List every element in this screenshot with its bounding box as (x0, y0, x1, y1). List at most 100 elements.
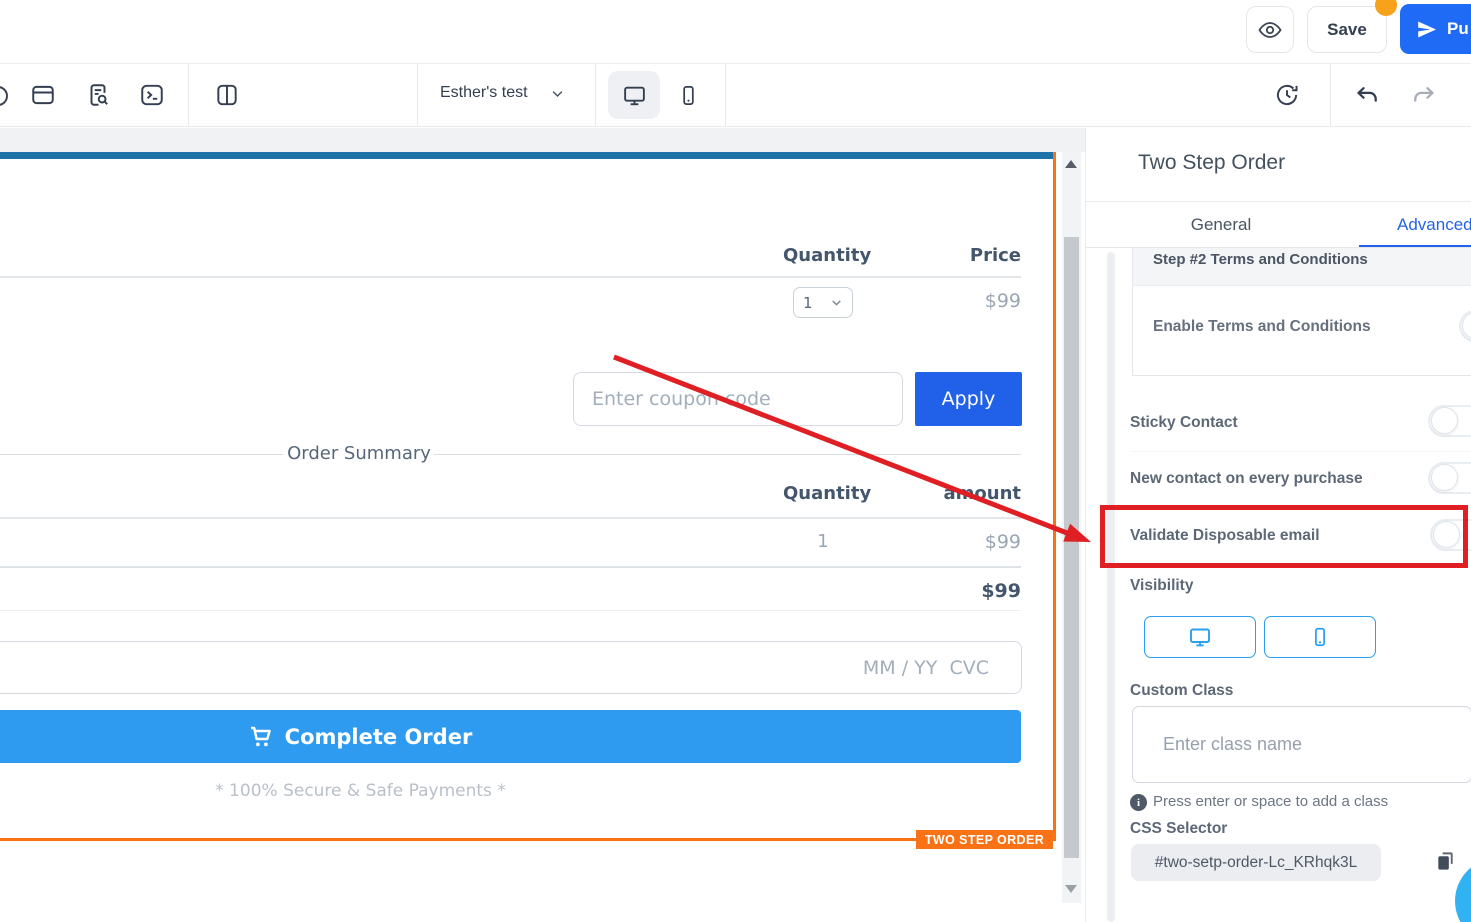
terms-section-box: Step #2 Terms and Conditions Enable Term… (1132, 248, 1471, 376)
page-selector-dropdown[interactable]: Esther's test (440, 84, 565, 102)
partial-tool-icon[interactable] (0, 86, 8, 106)
undo-button[interactable] (1354, 82, 1381, 109)
visibility-mobile-button[interactable] (1264, 616, 1376, 658)
sticky-contact-toggle[interactable] (1428, 405, 1471, 437)
send-icon (1418, 20, 1436, 38)
css-selector-label: CSS Selector (1130, 820, 1228, 837)
editor-toolbar: Esther's test (0, 63, 1471, 127)
desktop-view-button[interactable] (608, 71, 660, 119)
tab-general[interactable]: General (1151, 215, 1291, 235)
publish-label: Pu (1447, 19, 1469, 38)
summary-row-divider (0, 566, 1021, 568)
terms-section-header: Step #2 Terms and Conditions (1153, 251, 1368, 268)
scroll-up-arrow[interactable] (1065, 160, 1077, 168)
new-contact-label: New contact on every purchase (1130, 470, 1363, 487)
summary-divider-right (434, 454, 1021, 455)
page-selector-label: Esther's test (440, 84, 528, 101)
version-history-button[interactable] (1274, 82, 1300, 108)
custom-class-field-wrap (1132, 706, 1471, 783)
desktop-icon (1190, 628, 1210, 647)
coupon-code-input[interactable] (573, 372, 903, 426)
toolbar-divider (725, 64, 726, 126)
terminal-icon (141, 84, 163, 106)
info-icon: i (1130, 794, 1147, 811)
cart-icon (250, 726, 271, 746)
toggle-knob (1431, 407, 1458, 434)
mobile-view-button[interactable] (670, 77, 706, 113)
order-summary-title: Order Summary (287, 443, 431, 464)
page-builder-app: Save Pu Esther's test Quantity Price 1 $… (0, 0, 1471, 922)
eye-icon (1258, 21, 1282, 38)
summary-header-divider (0, 517, 1021, 519)
enable-terms-toggle[interactable] (1459, 310, 1471, 342)
selection-border-right (1053, 152, 1056, 841)
panel-title: Two Step Order (1138, 151, 1286, 174)
toolbar-divider (595, 64, 596, 126)
validate-disposable-email-label: Validate Disposable email (1130, 527, 1320, 544)
copy-icon (1438, 852, 1453, 870)
layout-columns-tool-button[interactable] (214, 82, 240, 108)
canvas-scrollbar-thumb[interactable] (1064, 237, 1079, 858)
mobile-icon (1315, 627, 1325, 647)
canvas-top-gutter (0, 128, 1085, 152)
product-price-header: Price (969, 245, 1021, 266)
apply-coupon-button[interactable]: Apply (915, 372, 1022, 426)
browser-window-icon (32, 85, 54, 105)
scroll-down-arrow[interactable] (1065, 885, 1077, 893)
summary-amount-header: amount (943, 483, 1021, 504)
toolbar-divider (417, 64, 418, 126)
editor-canvas: Quantity Price 1 $99 Apply Order Summary… (0, 128, 1085, 922)
toggle-knob (1433, 521, 1460, 548)
code-console-tool-button[interactable] (139, 82, 165, 108)
columns-icon (217, 84, 237, 106)
css-selector-value: #two-setp-order-Lc_KRhqk3L (1131, 844, 1381, 881)
summary-quantity-header: Quantity (783, 483, 872, 504)
toolbar-divider (188, 64, 189, 126)
history-clock-icon (1276, 84, 1298, 106)
card-details-input[interactable] (0, 641, 1022, 694)
secure-payments-note: * 100% Secure & Safe Payments * (215, 781, 506, 801)
seo-audit-tool-button[interactable] (85, 82, 111, 108)
toggle-knob (1462, 312, 1471, 339)
complete-order-button[interactable]: Complete Order (0, 710, 1021, 763)
undo-icon (1357, 87, 1377, 102)
selection-border-bottom (0, 838, 1056, 841)
visibility-label: Visibility (1130, 577, 1194, 594)
quantity-select[interactable]: 1 (793, 287, 853, 318)
chevron-down-icon (552, 90, 562, 97)
summary-divider-left (0, 454, 283, 455)
custom-class-input[interactable] (1132, 706, 1471, 783)
summary-bottom-divider (0, 610, 1021, 611)
complete-order-label: Complete Order (284, 724, 473, 749)
chevron-down-icon (832, 300, 841, 306)
redo-icon (1414, 87, 1434, 102)
redo-button[interactable] (1410, 82, 1437, 109)
document-search-icon (90, 84, 108, 106)
row-divider (1130, 451, 1471, 452)
toolbar-divider (1330, 64, 1331, 126)
terms-section-header-strip: Step #2 Terms and Conditions (1133, 248, 1471, 286)
desktop-icon (623, 86, 645, 105)
section-top-bar (0, 152, 1053, 159)
publish-button[interactable]: Pu (1400, 4, 1471, 54)
product-quantity-header: Quantity (783, 245, 872, 266)
new-contact-toggle[interactable] (1428, 462, 1471, 494)
quantity-select-value: 1 (803, 293, 813, 312)
preview-button[interactable] (1246, 6, 1294, 53)
custom-class-hint: Press enter or space to add a class (1153, 793, 1389, 810)
sections-tool-button[interactable] (30, 82, 56, 108)
canvas-scrollbar-track[interactable] (1062, 152, 1081, 903)
settings-panel: Two Step Order General Advanced Step #2 … (1085, 128, 1471, 922)
validate-disposable-email-toggle[interactable] (1430, 519, 1471, 551)
visibility-desktop-button[interactable] (1144, 616, 1256, 658)
custom-class-label: Custom Class (1130, 682, 1234, 699)
summary-row-amount: $99 (984, 531, 1021, 553)
sticky-contact-label: Sticky Contact (1130, 414, 1238, 431)
panel-scrollbar-track[interactable] (1107, 252, 1115, 922)
save-button[interactable]: Save (1307, 6, 1387, 53)
selection-tag: TWO STEP ORDER (916, 830, 1053, 849)
copy-selector-button[interactable] (1434, 850, 1457, 873)
tab-advanced[interactable]: Advanced (1397, 215, 1471, 235)
toggle-knob (1431, 464, 1458, 491)
mobile-icon (682, 85, 694, 105)
